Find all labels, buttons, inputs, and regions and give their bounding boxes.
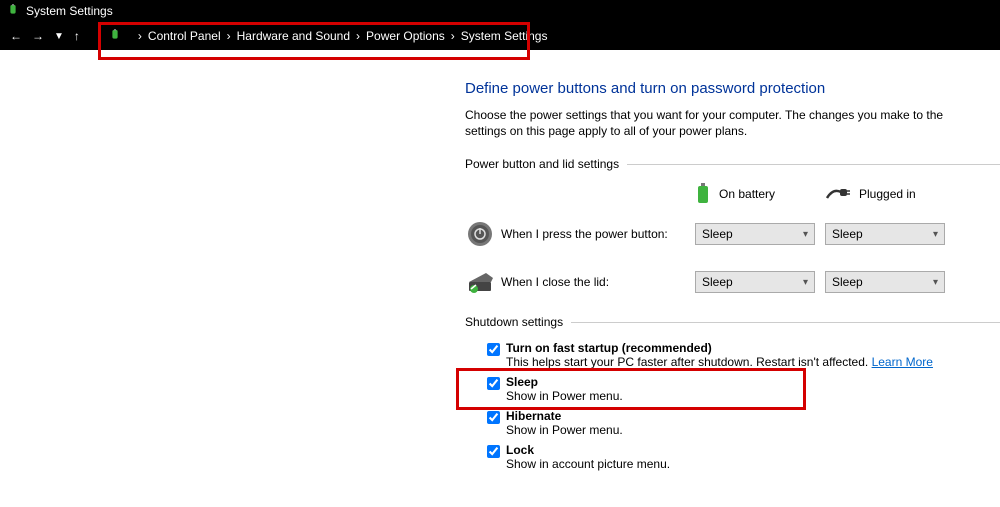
checkbox-lock[interactable] [487,445,500,458]
row-close-lid: When I close the lid: Sleep ▾ Sleep ▾ [465,267,1000,297]
item-desc: Show in Power menu. [506,423,623,437]
select-value: Sleep [702,275,733,289]
breadcrumb-system-settings[interactable]: System Settings [461,29,548,43]
battery-path-icon [108,29,122,43]
checkbox-hibernate[interactable] [487,411,500,424]
chevron-right-icon: › [451,29,455,43]
lid-icon [465,267,495,297]
chevron-down-icon: ▾ [803,277,808,288]
chevron-down-icon: ▾ [933,277,938,288]
select-power-plugged[interactable]: Sleep ▾ [825,223,945,245]
chevron-right-icon: › [227,29,231,43]
shutdown-item-hibernate: Hibernate Show in Power menu. [483,409,1000,437]
page-heading: Define power buttons and turn on passwor… [465,80,1000,97]
app-icon [6,4,20,18]
breadcrumb: › Control Panel › Hardware and Sound › P… [138,29,548,43]
item-label: Turn on fast startup (recommended) [506,341,933,355]
select-value: Sleep [832,275,863,289]
item-label: Sleep [506,375,623,389]
divider [627,164,1000,165]
shutdown-item-fast-startup: Turn on fast startup (recommended) This … [483,341,1000,369]
section-header-shutdown: Shutdown settings [465,315,1000,329]
power-button-icon [465,219,495,249]
item-desc: Show in Power menu. [506,389,623,403]
forward-icon[interactable]: → [32,29,44,43]
main-content: Define power buttons and turn on passwor… [0,50,1000,471]
learn-more-link[interactable]: Learn More [872,355,933,369]
breadcrumb-power-options[interactable]: Power Options [366,29,445,43]
col-label: On battery [719,187,775,201]
chevron-right-icon: › [138,29,142,43]
title-bar: System Settings [0,0,1000,22]
col-label: Plugged in [859,187,916,201]
col-header-battery: On battery [695,183,825,205]
section-header-power-lid: Power button and lid settings [465,157,1000,171]
nav-bar: ← → ▼ ↑ › Control Panel › Hardware and S… [0,22,1000,50]
select-value: Sleep [702,227,733,241]
select-value: Sleep [832,227,863,241]
item-desc: Show in account picture menu. [506,457,670,471]
chevron-down-icon: ▾ [803,229,808,240]
checkbox-sleep[interactable] [487,377,500,390]
section-title: Shutdown settings [465,315,563,329]
column-headers: On battery Plugged in [695,183,1000,205]
plug-icon [825,186,851,202]
chevron-down-icon: ▾ [933,229,938,240]
item-label: Hibernate [506,409,623,423]
chevron-right-icon: › [356,29,360,43]
row-label: When I close the lid: [495,275,695,289]
select-lid-plugged[interactable]: Sleep ▾ [825,271,945,293]
window-title: System Settings [26,4,113,18]
item-label: Lock [506,443,670,457]
shutdown-item-lock: Lock Show in account picture menu. [483,443,1000,471]
shutdown-item-sleep: Sleep Show in Power menu. [483,375,1000,403]
up-icon[interactable]: ↑ [74,29,80,43]
recent-icon[interactable]: ▼ [54,31,64,42]
breadcrumb-control-panel[interactable]: Control Panel [148,29,221,43]
divider [571,322,1000,323]
row-label: When I press the power button: [495,227,695,241]
item-desc-text: This helps start your PC faster after sh… [506,355,872,369]
section-title: Power button and lid settings [465,157,619,171]
battery-icon [695,183,711,205]
breadcrumb-hardware-sound[interactable]: Hardware and Sound [237,29,350,43]
select-lid-battery[interactable]: Sleep ▾ [695,271,815,293]
page-description: Choose the power settings that you want … [465,107,975,139]
back-icon[interactable]: ← [10,29,22,43]
item-desc: This helps start your PC faster after sh… [506,355,933,369]
select-power-battery[interactable]: Sleep ▾ [695,223,815,245]
checkbox-fast-startup[interactable] [487,343,500,356]
col-header-plugged: Plugged in [825,183,955,205]
row-power-button: When I press the power button: Sleep ▾ S… [465,219,1000,249]
